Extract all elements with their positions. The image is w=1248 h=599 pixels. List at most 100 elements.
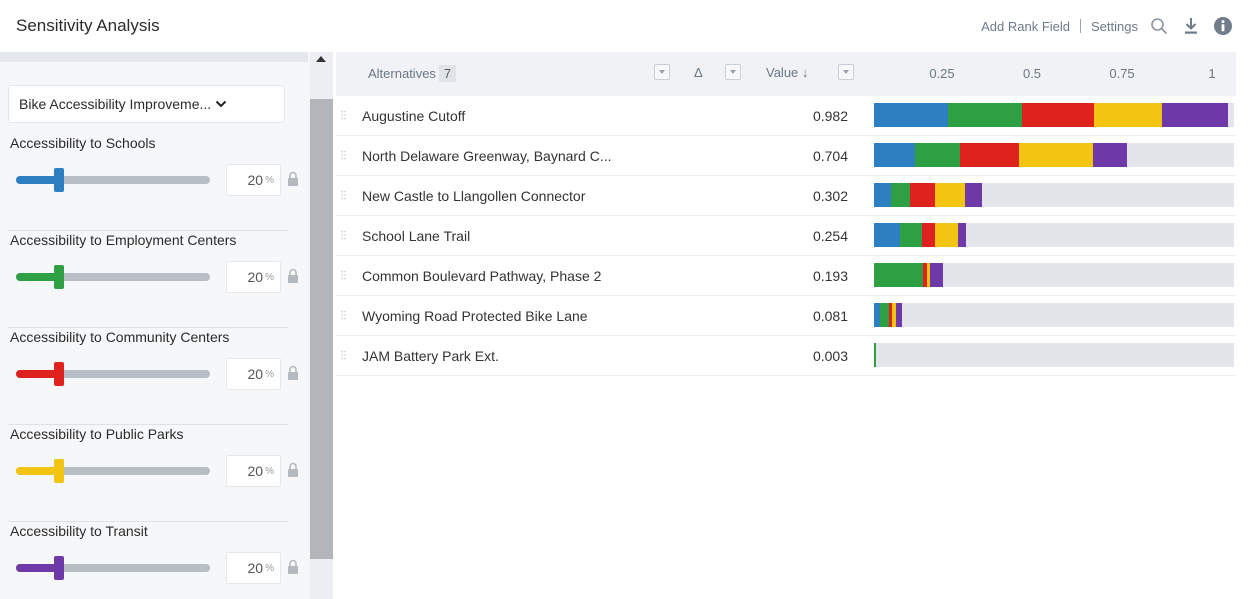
page-title: Sensitivity Analysis (16, 16, 160, 35)
weight-slider[interactable] (16, 556, 210, 580)
delta-header[interactable]: Δ (694, 65, 703, 80)
table-row[interactable]: Common Boulevard Pathway, Phase 2 0.193 (336, 256, 1236, 296)
app-header: Sensitivity Analysis Add Rank Field Sett… (0, 0, 1248, 50)
table-row[interactable]: New Castle to Llangollen Connector 0.302 (336, 176, 1236, 216)
criterion-row: Accessibility to Transit 20% (0, 523, 308, 599)
score-segment (1093, 143, 1127, 167)
score-bar (874, 263, 1234, 287)
slider-handle[interactable] (54, 362, 64, 386)
info-icon[interactable] (1212, 15, 1234, 37)
weight-percent-value: 20 (247, 463, 264, 479)
drag-handle-icon[interactable] (341, 350, 346, 360)
lock-icon[interactable] (287, 559, 299, 575)
slider-fill (16, 564, 55, 572)
weight-slider[interactable] (16, 168, 210, 192)
slider-handle[interactable] (54, 265, 64, 289)
table-row[interactable]: Augustine Cutoff 0.982 (336, 96, 1236, 136)
table-row[interactable]: JAM Battery Park Ext. 0.003 (336, 336, 1236, 376)
weight-slider[interactable] (16, 362, 210, 386)
alternative-name: JAM Battery Park Ext. (362, 348, 499, 364)
sidebar-top-bar (0, 52, 308, 62)
alternative-name: Common Boulevard Pathway, Phase 2 (362, 268, 602, 284)
drag-handle-icon[interactable] (341, 270, 346, 280)
goal-dropdown-label: Bike Accessibility Improveme... (19, 96, 212, 112)
drag-handle-icon[interactable] (341, 150, 346, 160)
weight-percent-input[interactable]: 20% (226, 261, 281, 293)
score-segment (965, 183, 982, 207)
add-rank-field-link[interactable]: Add Rank Field (981, 19, 1070, 34)
chevron-down-icon (215, 100, 227, 108)
slider-handle[interactable] (54, 168, 64, 192)
alternative-value: 0.704 (812, 148, 848, 164)
score-segment (874, 143, 915, 167)
alternative-name: New Castle to Llangollen Connector (362, 188, 586, 204)
search-icon[interactable] (1148, 15, 1170, 37)
slider-handle[interactable] (54, 556, 64, 580)
delta-filter-button[interactable] (725, 64, 741, 80)
score-bar (874, 343, 1234, 367)
value-filter-button[interactable] (838, 64, 854, 80)
alternative-value: 0.003 (812, 348, 848, 364)
alternatives-header[interactable]: Alternatives 7 (368, 65, 457, 82)
alternative-name: Wyoming Road Protected Bike Lane (362, 308, 588, 324)
criterion-divider (8, 521, 288, 522)
criterion-row: Accessibility to Public Parks 20% (0, 426, 308, 522)
alternatives-count-badge: 7 (438, 65, 457, 82)
lock-icon[interactable] (287, 268, 299, 284)
slider-fill (16, 467, 55, 475)
criterion-label: Accessibility to Transit (10, 523, 148, 539)
criterion-label: Accessibility to Employment Centers (10, 232, 237, 248)
table-row[interactable]: North Delaware Greenway, Baynard C... 0.7… (336, 136, 1236, 176)
score-bar (874, 303, 1234, 327)
slider-fill (16, 370, 55, 378)
criterion-row: Accessibility to Employment Centers 20% (0, 232, 308, 328)
weight-percent-value: 20 (247, 366, 264, 382)
weight-slider[interactable] (16, 459, 210, 483)
axis-tick-label: 0.5 (1022, 66, 1042, 81)
criterion-divider (8, 327, 288, 328)
scrollbar-thumb[interactable] (310, 99, 333, 559)
percent-unit: % (265, 368, 274, 380)
drag-handle-icon[interactable] (341, 110, 346, 120)
value-header[interactable]: Value ↓ (766, 65, 808, 80)
criterion-divider (8, 424, 288, 425)
score-bar (874, 183, 1234, 207)
lock-icon[interactable] (287, 171, 299, 187)
alternative-name: Augustine Cutoff (362, 108, 466, 124)
score-segment (915, 143, 960, 167)
score-segment (874, 223, 900, 247)
percent-unit: % (265, 562, 274, 574)
slider-handle[interactable] (54, 459, 64, 483)
drag-handle-icon[interactable] (341, 230, 346, 240)
weight-percent-input[interactable]: 20% (226, 552, 281, 584)
alternatives-list: Augustine Cutoff 0.982 North Delaware Gree… (336, 96, 1236, 376)
download-icon[interactable] (1180, 15, 1202, 37)
score-segment (896, 303, 902, 327)
criterion-row: Accessibility to Community Centers 20% (0, 329, 308, 425)
slider-fill (16, 273, 55, 281)
weight-slider[interactable] (16, 265, 210, 289)
sidebar-scrollbar[interactable] (310, 52, 333, 599)
scroll-up-arrow-icon[interactable] (316, 56, 326, 62)
weights-sidebar: Bike Accessibility Improveme... Accessib… (0, 52, 333, 599)
score-segment (891, 183, 910, 207)
table-row[interactable]: Wyoming Road Protected Bike Lane 0.081 (336, 296, 1236, 336)
score-segment (948, 103, 1022, 127)
weight-percent-input[interactable]: 20% (226, 164, 281, 196)
alternatives-filter-button[interactable] (654, 64, 670, 80)
weight-percent-value: 20 (247, 269, 264, 285)
drag-handle-icon[interactable] (341, 310, 346, 320)
axis-tick-label: 1 (1208, 66, 1216, 81)
score-bar (874, 223, 1234, 247)
lock-icon[interactable] (287, 365, 299, 381)
axis-tick-label: 0.25 (929, 66, 955, 81)
drag-handle-icon[interactable] (341, 190, 346, 200)
goal-dropdown[interactable]: Bike Accessibility Improveme... (8, 85, 285, 123)
weight-percent-input[interactable]: 20% (226, 358, 281, 390)
lock-icon[interactable] (287, 462, 299, 478)
weight-percent-input[interactable]: 20% (226, 455, 281, 487)
table-row[interactable]: School Lane Trail 0.254 (336, 216, 1236, 256)
settings-link[interactable]: Settings (1091, 19, 1138, 34)
score-segment (874, 263, 923, 287)
score-segment (1094, 103, 1162, 127)
